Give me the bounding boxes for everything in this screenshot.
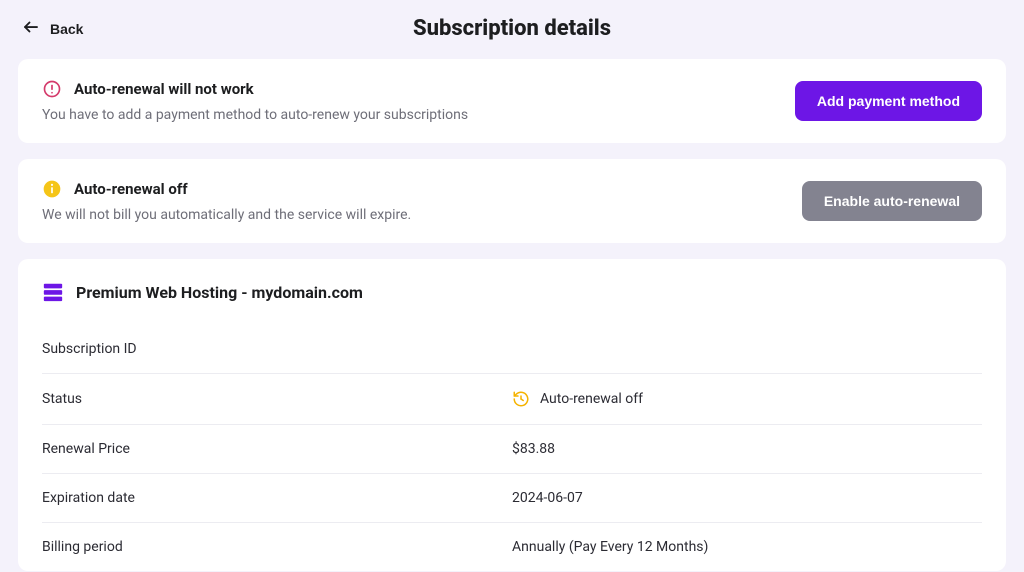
row-label: Expiration date [42, 490, 512, 506]
row-label: Status [42, 391, 512, 407]
alert-content: Auto-renewal will not work You have to a… [42, 79, 468, 123]
detail-header: Premium Web Hosting - mydomain.com [18, 259, 1006, 325]
info-icon [42, 179, 62, 199]
status-text: Auto-renewal off [540, 391, 643, 407]
row-label: Billing period [42, 539, 512, 555]
add-payment-method-button[interactable]: Add payment method [795, 81, 982, 121]
page-header: Back Subscription details [0, 0, 1024, 59]
detail-rows: Subscription ID Status Auto-renewal off … [18, 325, 1006, 571]
arrow-left-icon [22, 18, 40, 39]
alert-icon [42, 79, 62, 99]
row-renewal-price: Renewal Price $83.88 [42, 424, 982, 473]
row-billing-period: Billing period Annually (Pay Every 12 Mo… [42, 522, 982, 571]
hosting-icon [42, 281, 64, 303]
row-subscription-id: Subscription ID [42, 325, 982, 373]
alert-title: Auto-renewal off [74, 180, 188, 198]
detail-title: Premium Web Hosting - mydomain.com [76, 283, 363, 302]
enable-auto-renewal-button[interactable]: Enable auto-renewal [802, 181, 982, 221]
alert-payment-method: Auto-renewal will not work You have to a… [18, 59, 1006, 143]
row-value: Auto-renewal off [512, 390, 643, 408]
page-title: Subscription details [413, 16, 611, 41]
row-value: 2024-06-07 [512, 490, 583, 506]
alert-auto-renewal: Auto-renewal off We will not bill you au… [18, 159, 1006, 243]
back-label: Back [50, 21, 83, 37]
row-value: $83.88 [512, 441, 555, 457]
row-value: Annually (Pay Every 12 Months) [512, 539, 708, 555]
row-label: Subscription ID [42, 341, 512, 357]
alert-description: You have to add a payment method to auto… [42, 107, 468, 123]
subscription-detail-card: Premium Web Hosting - mydomain.com Subsc… [18, 259, 1006, 571]
row-status: Status Auto-renewal off [42, 373, 982, 424]
row-label: Renewal Price [42, 441, 512, 457]
alert-content: Auto-renewal off We will not bill you au… [42, 179, 411, 223]
history-icon [512, 390, 530, 408]
back-button[interactable]: Back [22, 18, 83, 39]
row-expiration: Expiration date 2024-06-07 [42, 473, 982, 522]
alert-description: We will not bill you automatically and t… [42, 207, 411, 223]
alert-title: Auto-renewal will not work [74, 80, 254, 98]
